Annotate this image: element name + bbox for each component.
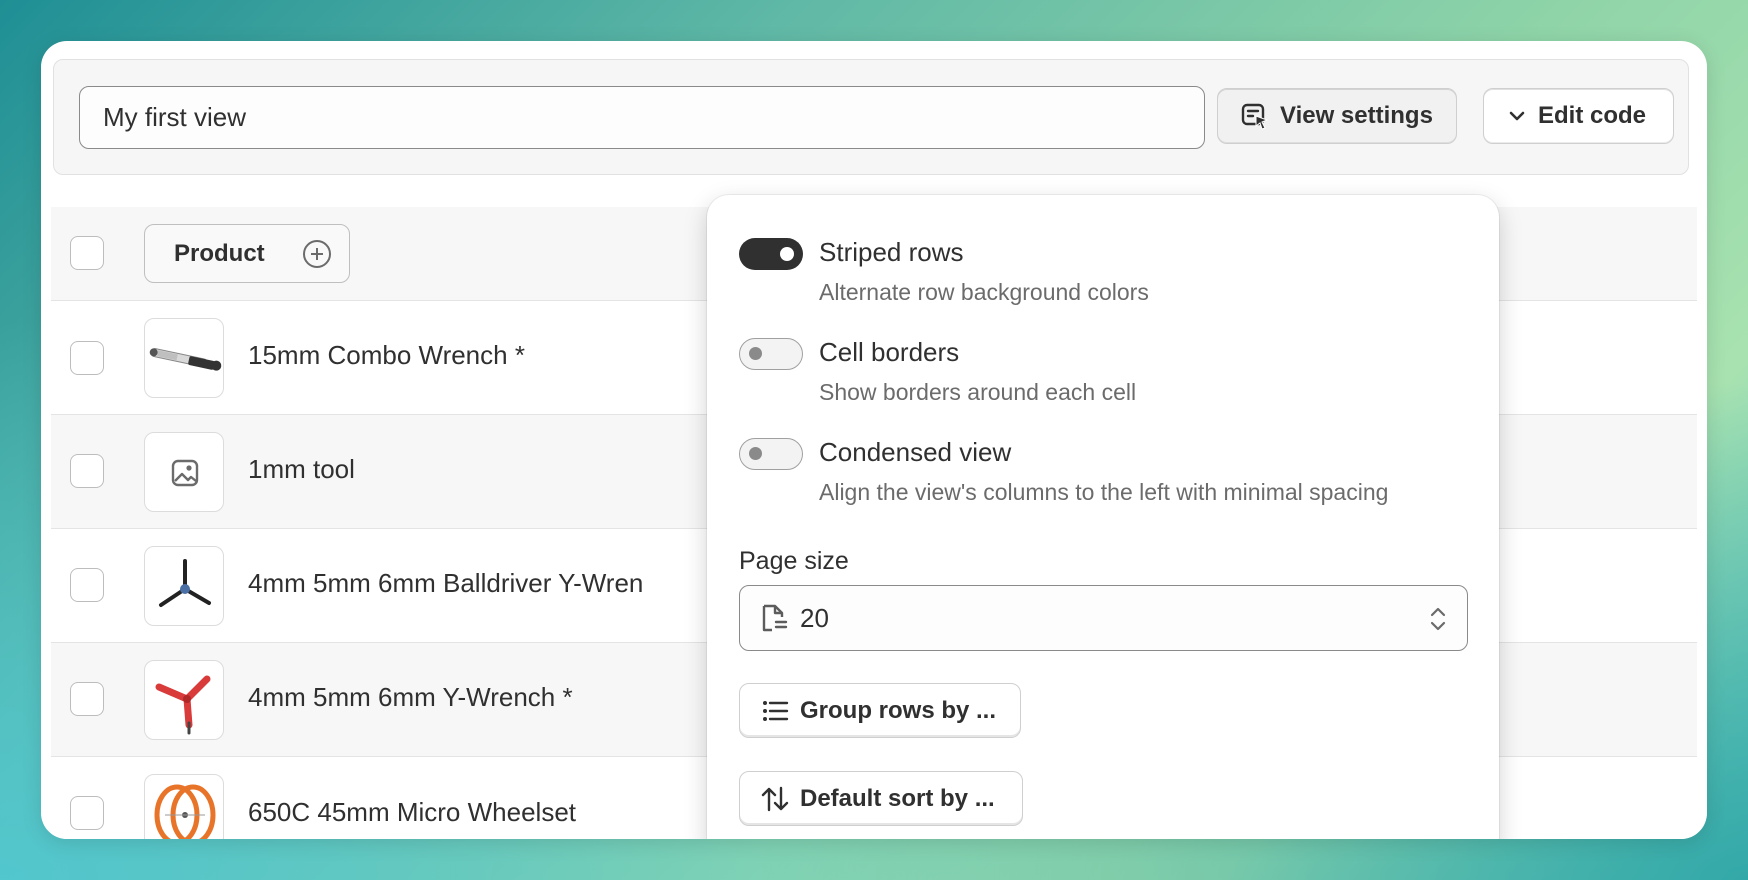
cell-borders-title: Cell borders — [819, 337, 960, 367]
wheelset-image — [144, 774, 224, 839]
product-name[interactable]: 650C 45mm Micro Wheelset — [248, 797, 576, 827]
sort-arrows-icon — [761, 786, 789, 811]
view-settings-label: View settings — [1280, 102, 1433, 129]
striped-rows-title: Striped rows — [819, 237, 964, 267]
cell-borders-toggle[interactable] — [739, 338, 803, 370]
default-sort-button[interactable]: Default sort by ... — [739, 771, 1023, 826]
image-placeholder-icon — [171, 459, 199, 487]
row-checkbox[interactable] — [70, 454, 104, 488]
add-column-icon[interactable] — [303, 240, 331, 268]
view-settings-popover: Striped rows Alternate row background co… — [707, 195, 1499, 839]
condensed-view-description: Align the view's columns to the left wit… — [819, 479, 1389, 505]
row-checkbox[interactable] — [70, 341, 104, 375]
image-placeholder-thumb — [144, 432, 224, 512]
page-size-select[interactable]: 20 — [739, 585, 1468, 651]
cell-borders-description: Show borders around each cell — [819, 379, 1137, 405]
row-checkbox[interactable] — [70, 796, 104, 830]
page-icon — [762, 604, 788, 632]
page-size-value: 20 — [800, 603, 829, 633]
wrench-image — [144, 318, 224, 398]
view-name-input[interactable]: My first view — [79, 86, 1205, 149]
striped-rows-description: Alternate row background colors — [819, 279, 1149, 305]
view-settings-icon — [1241, 103, 1269, 130]
product-column-label: Product — [174, 239, 265, 267]
striped-rows-toggle[interactable] — [739, 238, 803, 270]
view-settings-button[interactable]: View settings — [1217, 88, 1457, 144]
view-toolbar: My first view View settings Edit code — [53, 59, 1689, 175]
row-checkbox[interactable] — [70, 568, 104, 602]
row-checkbox[interactable] — [70, 682, 104, 716]
product-name[interactable]: 1mm tool — [248, 454, 355, 484]
y-wrench-red-image — [144, 660, 224, 740]
product-name[interactable]: 15mm Combo Wrench * — [248, 340, 525, 370]
condensed-view-toggle[interactable] — [739, 438, 803, 470]
list-icon — [763, 700, 789, 721]
edit-code-label: Edit code — [1538, 102, 1647, 129]
edit-code-button[interactable]: Edit code — [1483, 88, 1674, 144]
product-name[interactable]: 4mm 5mm 6mm Y-Wrench * — [248, 682, 573, 712]
product-column-header[interactable]: Product — [144, 224, 350, 283]
group-rows-label: Group rows by ... — [800, 696, 997, 724]
default-sort-label: Default sort by ... — [800, 784, 995, 812]
group-rows-button[interactable]: Group rows by ... — [739, 683, 1021, 738]
table-view-card: My first view View settings Edit code Pr… — [41, 41, 1707, 839]
select-all-checkbox[interactable] — [70, 236, 104, 270]
select-chevron-icon — [1430, 607, 1446, 631]
chevron-down-icon — [1509, 111, 1525, 121]
y-wrench-black-image — [144, 546, 224, 626]
condensed-view-title: Condensed view — [819, 437, 1012, 467]
product-name[interactable]: 4mm 5mm 6mm Balldriver Y-Wren — [248, 568, 643, 598]
page-size-label: Page size — [739, 547, 849, 575]
